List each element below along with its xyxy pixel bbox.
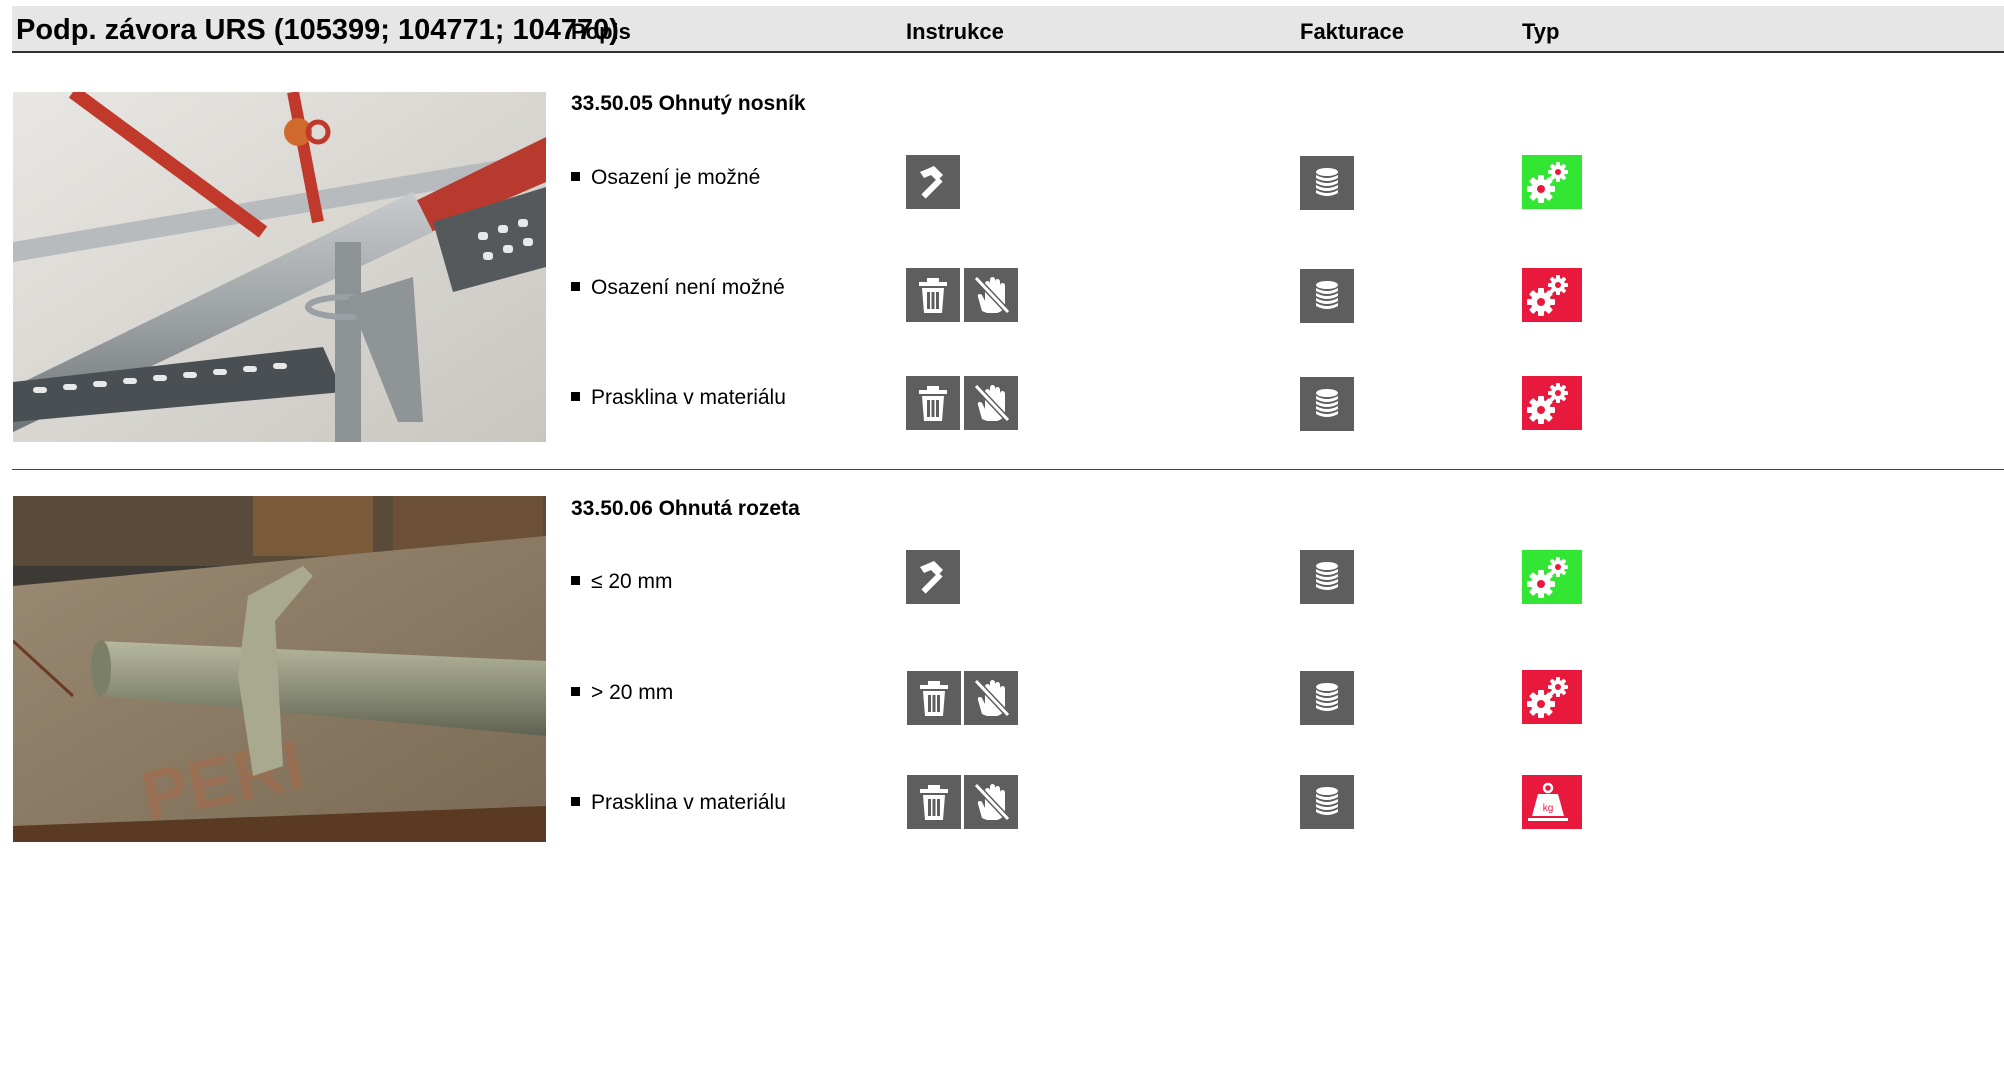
bullet — [571, 797, 580, 806]
row-label: Osazení není možné — [571, 276, 785, 300]
gears-icon[interactable] — [1522, 376, 1582, 430]
bullet — [571, 687, 580, 696]
bullet — [571, 576, 580, 585]
no-touch-icon[interactable] — [964, 268, 1018, 322]
bullet — [571, 392, 580, 401]
row-label-text: Prasklina v materiálu — [591, 791, 786, 814]
coins-icon[interactable] — [1300, 269, 1354, 323]
row-label: Prasklina v materiálu — [571, 386, 786, 410]
row-label: ≤ 20 mm — [571, 570, 673, 594]
trash-icon[interactable] — [907, 671, 961, 725]
no-touch-icon[interactable] — [964, 775, 1018, 829]
section-photo-bent-beam — [13, 92, 546, 442]
weight-icon[interactable]: kg — [1522, 775, 1582, 829]
gears-icon[interactable] — [1522, 670, 1582, 724]
row-label: > 20 mm — [571, 681, 673, 705]
gears-icon[interactable] — [1522, 268, 1582, 322]
coins-icon[interactable] — [1300, 156, 1354, 210]
section-title: 33.50.05 Ohnutý nosník — [571, 92, 806, 115]
column-header-typ: Typ — [1522, 19, 1560, 44]
coins-icon[interactable] — [1300, 671, 1354, 725]
column-header-fakturace: Fakturace — [1300, 19, 1404, 44]
row-label: Osazení je možné — [571, 166, 760, 190]
gears-icon[interactable] — [1522, 155, 1582, 209]
hammer-icon[interactable] — [906, 155, 960, 209]
row-label-text: > 20 mm — [591, 681, 674, 704]
trash-icon[interactable] — [906, 268, 960, 322]
row-label-text: Prasklina v materiálu — [591, 386, 786, 409]
section-photo-bent-rosette: PERI — [13, 496, 546, 842]
row-label: Prasklina v materiálu — [571, 791, 786, 815]
column-header-popis: Popis — [571, 19, 631, 44]
table-header: Podp. závora URS (105399; 104771; 104770… — [12, 6, 2004, 53]
coins-icon[interactable] — [1300, 377, 1354, 431]
coins-icon[interactable] — [1300, 775, 1354, 829]
column-header-instrukce: Instrukce — [906, 19, 1004, 44]
bullet — [571, 172, 580, 181]
section-divider — [12, 469, 2004, 470]
coins-icon[interactable] — [1300, 550, 1354, 604]
section-title: 33.50.06 Ohnutá rozeta — [571, 497, 800, 520]
trash-icon[interactable] — [907, 775, 961, 829]
page-title: Podp. závora URS (105399; 104771; 104770… — [16, 14, 619, 46]
no-touch-icon[interactable] — [964, 376, 1018, 430]
row-label-text: ≤ 20 mm — [591, 570, 673, 593]
bullet — [571, 282, 580, 291]
gears-icon[interactable] — [1522, 550, 1582, 604]
trash-icon[interactable] — [906, 376, 960, 430]
row-label-text: Osazení není možné — [591, 276, 785, 299]
hammer-icon[interactable] — [906, 550, 960, 604]
row-label-text: Osazení je možné — [591, 166, 761, 189]
no-touch-icon[interactable] — [964, 671, 1018, 725]
weight-label: kg — [1543, 803, 1554, 814]
